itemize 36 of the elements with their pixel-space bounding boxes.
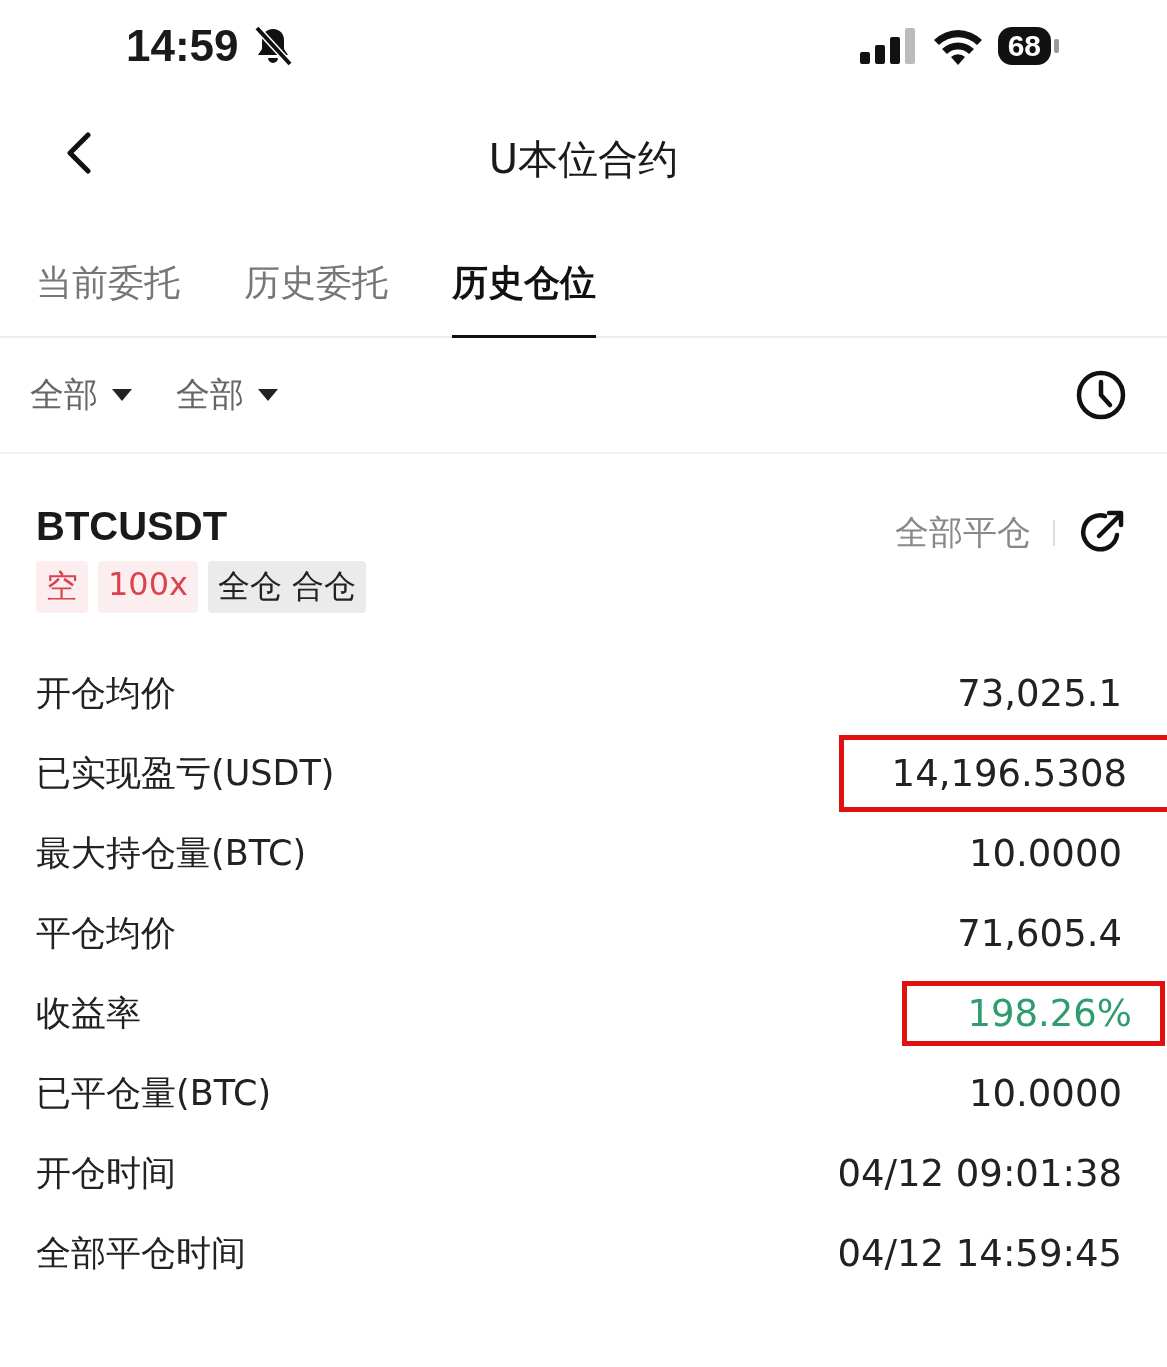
field-label: 最大持仓量(BTC) — [36, 831, 307, 875]
symbol-title: BTCUSDT — [36, 504, 229, 549]
filter-dropdown[interactable]: 全部 — [30, 372, 132, 418]
tab[interactable]: 历史委托 — [244, 228, 388, 338]
field-value: 73,025.1 — [956, 670, 1123, 717]
back-icon[interactable] — [64, 132, 94, 174]
field-label: 已平仓量(BTC) — [36, 1071, 272, 1115]
time: 14:59 — [126, 21, 239, 71]
tab[interactable]: 历史仓位 — [452, 228, 596, 338]
field-value: 04/12 09:01:38 — [836, 1150, 1123, 1197]
field-value: 198.26% — [902, 980, 1165, 1046]
clock-icon[interactable] — [1075, 369, 1127, 421]
field-value: 10.0000 — [968, 1070, 1123, 1117]
field-label: 平仓均价 — [36, 911, 176, 955]
field-label: 开仓时间 — [36, 1151, 176, 1195]
battery-cap-icon — [1054, 39, 1059, 53]
tag: 全仓 合仓 — [208, 561, 367, 613]
field-label: 已实现盈亏(USDT) — [36, 751, 335, 795]
field-label: 开仓均价 — [36, 671, 176, 715]
signal-icon — [859, 28, 918, 64]
battery-level: 68 — [997, 27, 1051, 65]
tab[interactable]: 当前委托 — [36, 228, 180, 338]
caret-icon — [258, 389, 278, 401]
tag: 空 — [36, 561, 88, 613]
close-all-link[interactable]: 全部平仓 — [895, 510, 1031, 556]
field-value: 04/12 14:59:45 — [836, 1230, 1123, 1277]
field-label: 收益率 — [36, 991, 141, 1035]
field-value: 71,605.4 — [956, 910, 1123, 957]
tag: 100x — [98, 561, 198, 613]
field-value: 10.0000 — [968, 830, 1123, 877]
caret-icon — [112, 389, 132, 401]
page-title: U本位合约 — [488, 134, 679, 184]
field-value: 14,196.5308 — [838, 734, 1167, 812]
field-label: 全部平仓时间 — [36, 1231, 246, 1275]
filter-dropdown[interactable]: 全部 — [176, 372, 278, 418]
bell-slash-icon — [252, 25, 293, 67]
